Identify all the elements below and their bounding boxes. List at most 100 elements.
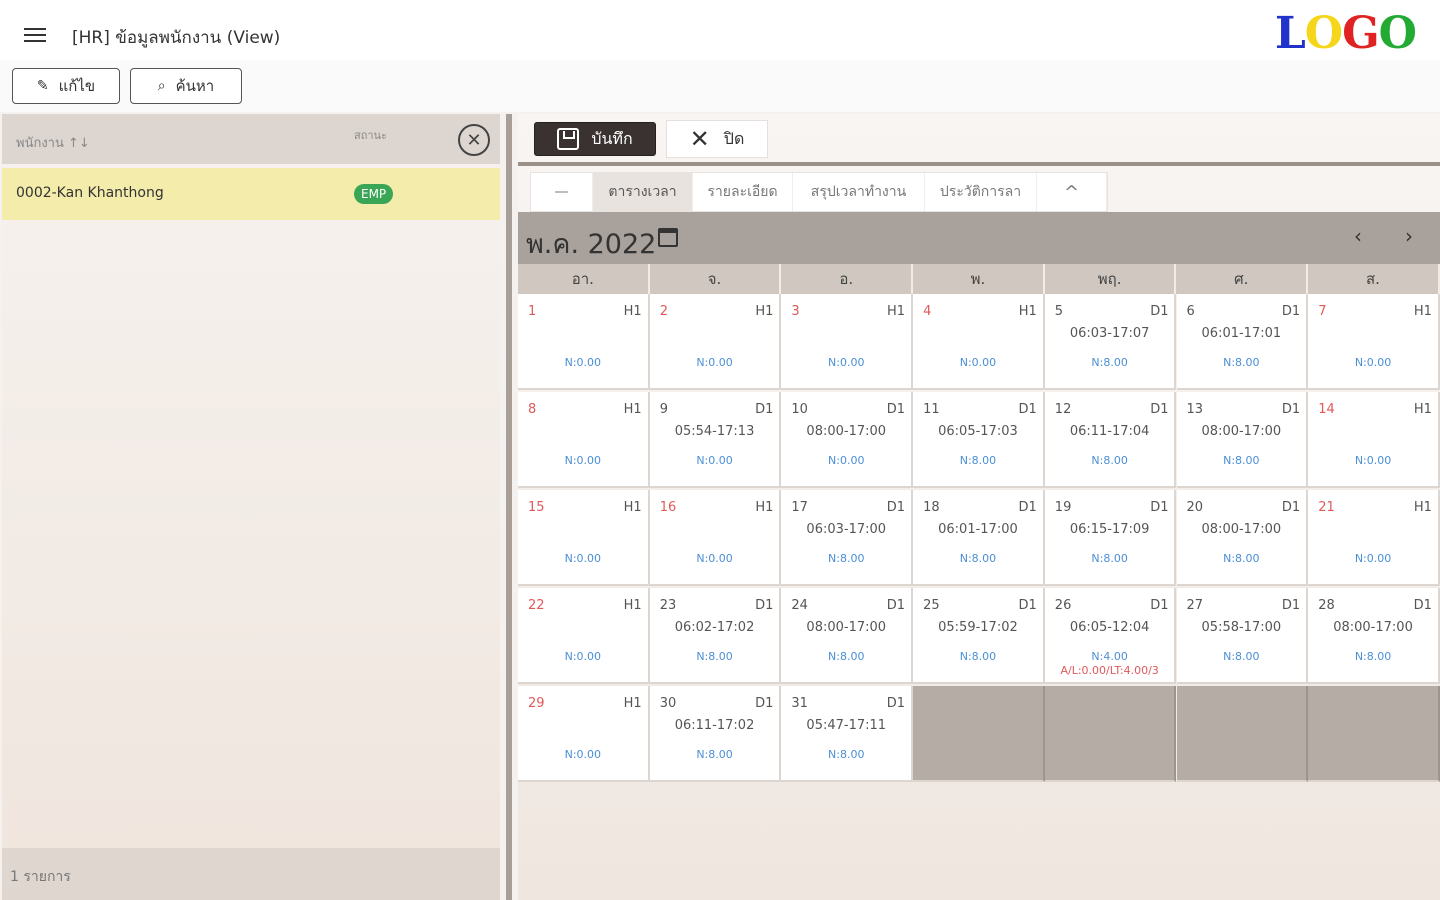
chevron-up-icon[interactable]: ^ xyxy=(1037,173,1107,211)
calendar-day-cell[interactable]: 8 H1 N:0.00 xyxy=(518,392,650,488)
work-time: 06:03-17:07 xyxy=(1069,326,1150,341)
shift-code: H1 xyxy=(623,696,642,711)
day-number: 25 xyxy=(923,598,940,613)
work-time: 05:58-17:00 xyxy=(1201,620,1282,635)
work-time: 08:00-17:00 xyxy=(806,620,887,635)
calendar-day-cell[interactable]: 2 H1 N:0.00 xyxy=(649,294,782,390)
calendar-day-cell[interactable]: 15 H1 N:0.00 xyxy=(518,490,650,586)
hours-summary: N:8.00 xyxy=(696,650,733,663)
tab-details[interactable]: รายละเอียด xyxy=(693,173,793,211)
calendar-day-cell[interactable]: 4 H1 N:0.00 xyxy=(913,294,1045,390)
logo: LOGO xyxy=(1274,8,1417,59)
calendar-day-cell[interactable]: 23 D1 06:02-17:02 N:8.00 xyxy=(649,588,782,684)
calendar-day-cell[interactable]: 25 D1 05:59-17:02 N:8.00 xyxy=(913,588,1045,684)
calendar-day-cell[interactable]: 21 H1 N:0.00 xyxy=(1308,490,1440,586)
calendar-day-cell[interactable]: 12 D1 06:11-17:04 N:8.00 xyxy=(1044,392,1177,488)
calendar-day-cell[interactable]: 26 D1 06:05-12:04 N:4.00 A/L:0.00/LT:4.00/3 xyxy=(1044,588,1177,684)
hamburger-menu-icon[interactable] xyxy=(22,24,50,46)
close-button[interactable]: ✕ ปิด xyxy=(666,120,768,158)
employee-list-header: พนักงาน ↑↓ สถานะ ✕ xyxy=(2,114,500,164)
hours-summary: N:0.00 xyxy=(696,454,733,467)
edit-button[interactable]: ✎ แก้ไข xyxy=(12,68,120,104)
day-number: 29 xyxy=(528,696,545,711)
day-number: 31 xyxy=(791,696,808,711)
work-time: 06:11-17:02 xyxy=(674,718,755,733)
work-time: 05:47-17:11 xyxy=(806,718,887,733)
shift-code: H1 xyxy=(755,500,774,515)
chevron-left-icon[interactable]: ‹ xyxy=(1346,224,1370,248)
shift-code: D1 xyxy=(755,696,774,711)
day-number: 15 xyxy=(528,500,545,515)
work-time: 06:03-17:00 xyxy=(806,522,887,537)
work-time: 06:05-17:03 xyxy=(938,424,1018,439)
hours-summary: N:0.00 xyxy=(1354,454,1392,467)
work-time: 06:15-17:09 xyxy=(1069,522,1150,537)
calendar-day-cell[interactable]: 31 D1 05:47-17:11 N:8.00 xyxy=(781,686,914,782)
shift-code: D1 xyxy=(886,598,906,613)
day-number: 24 xyxy=(791,598,808,613)
day-number: 9 xyxy=(659,402,668,417)
calendar-day-cell[interactable]: 5 D1 06:03-17:07 N:8.00 xyxy=(1044,294,1177,390)
search-button[interactable]: ⌕ ค้นหา xyxy=(130,68,242,104)
calendar-day-cell[interactable]: 1 H1 N:0.00 xyxy=(518,294,650,390)
shift-code: H1 xyxy=(1413,500,1432,515)
day-number: 21 xyxy=(1318,500,1335,515)
tab-collapse[interactable]: — xyxy=(531,173,593,211)
calendar-day-cell[interactable]: 11 D1 06:05-17:03 N:8.00 xyxy=(913,392,1045,488)
hours-summary: N:8.00 xyxy=(1354,650,1392,663)
day-number: 18 xyxy=(923,500,940,515)
calendar-empty-cell xyxy=(1176,686,1309,782)
calendar-day-cell[interactable]: 29 H1 N:0.00 xyxy=(518,686,650,782)
calendar-day-cell[interactable]: 19 D1 06:15-17:09 N:8.00 xyxy=(1044,490,1177,586)
shift-code: D1 xyxy=(1150,304,1169,319)
calendar-day-cell[interactable]: 24 D1 08:00-17:00 N:8.00 xyxy=(781,588,914,684)
employee-row[interactable]: 0002-Kan Khanthong EMP xyxy=(2,168,500,220)
calendar-day-cell[interactable]: 7 H1 N:0.00 xyxy=(1308,294,1440,390)
calendar-day-cell[interactable]: 6 D1 06:01-17:01 N:8.00 xyxy=(1176,294,1309,390)
floppy-disk-icon xyxy=(557,128,580,150)
calendar-day-cell[interactable]: 28 D1 08:00-17:00 N:8.00 xyxy=(1308,588,1440,684)
tab-schedule[interactable]: ตารางเวลา xyxy=(593,173,693,211)
calendar-day-cell[interactable]: 13 D1 08:00-17:00 N:8.00 xyxy=(1176,392,1309,488)
day-number: 1 xyxy=(528,304,537,319)
separator-line xyxy=(518,162,1440,166)
calendar-day-cell[interactable]: 10 D1 08:00-17:00 N:0.00 xyxy=(781,392,914,488)
tab-leave-history[interactable]: ประวัติการลา xyxy=(925,173,1037,211)
day-number: 27 xyxy=(1186,598,1204,613)
calendar-day-cell[interactable]: 17 D1 06:03-17:00 N:8.00 xyxy=(781,490,914,586)
calendar-icon[interactable] xyxy=(658,228,678,247)
app-title: [HR] ข้อมูลพนักงาน (View) xyxy=(72,28,281,48)
close-circle-icon[interactable]: ✕ xyxy=(458,124,490,156)
shift-code: D1 xyxy=(1281,598,1301,613)
toolbar: ✎ แก้ไข ⌕ ค้นหา xyxy=(0,60,1440,112)
calendar-day-cell[interactable]: 30 D1 06:11-17:02 N:8.00 xyxy=(649,686,782,782)
column-employee-header[interactable]: พนักงาน ↑↓ xyxy=(16,132,90,153)
calendar-empty-cell xyxy=(1044,686,1177,782)
calendar-day-cell[interactable]: 9 D1 05:54-17:13 N:0.00 xyxy=(649,392,782,488)
calendar-day-cell[interactable]: 3 H1 N:0.00 xyxy=(781,294,914,390)
save-button[interactable]: บันทึก xyxy=(534,122,656,156)
chevron-right-icon[interactable]: › xyxy=(1397,224,1421,248)
hours-summary: N:8.00 xyxy=(1091,356,1128,369)
day-number: 2 xyxy=(659,304,668,319)
weekday-label: ศ. xyxy=(1176,264,1309,294)
calendar-day-cell[interactable]: 20 D1 08:00-17:00 N:8.00 xyxy=(1176,490,1309,586)
top-bar: [HR] ข้อมูลพนักงาน (View) LOGO xyxy=(0,0,1440,66)
day-number: 28 xyxy=(1318,598,1335,613)
weekday-label: พ. xyxy=(913,264,1045,294)
employee-list-panel: พนักงาน ↑↓ สถานะ ✕ 0002-Kan Khanthong EM… xyxy=(2,114,500,900)
calendar-day-cell[interactable]: 27 D1 05:58-17:00 N:8.00 xyxy=(1176,588,1309,684)
work-time: 06:02-17:02 xyxy=(674,620,755,635)
shift-code: D1 xyxy=(1281,304,1301,319)
shift-code: D1 xyxy=(1413,598,1432,613)
panel-splitter[interactable] xyxy=(506,114,512,900)
day-number: 6 xyxy=(1186,304,1195,319)
hours-summary: N:8.00 xyxy=(828,650,865,663)
calendar-day-cell[interactable]: 22 H1 N:0.00 xyxy=(518,588,650,684)
tab-work-summary[interactable]: สรุปเวลาทำงาน xyxy=(793,173,925,211)
calendar-day-cell[interactable]: 16 H1 N:0.00 xyxy=(649,490,782,586)
calendar-day-cell[interactable]: 14 H1 N:0.00 xyxy=(1308,392,1440,488)
hours-summary: N:0.00 xyxy=(828,356,865,369)
calendar-day-cell[interactable]: 18 D1 06:01-17:00 N:8.00 xyxy=(913,490,1045,586)
day-number: 17 xyxy=(791,500,808,515)
